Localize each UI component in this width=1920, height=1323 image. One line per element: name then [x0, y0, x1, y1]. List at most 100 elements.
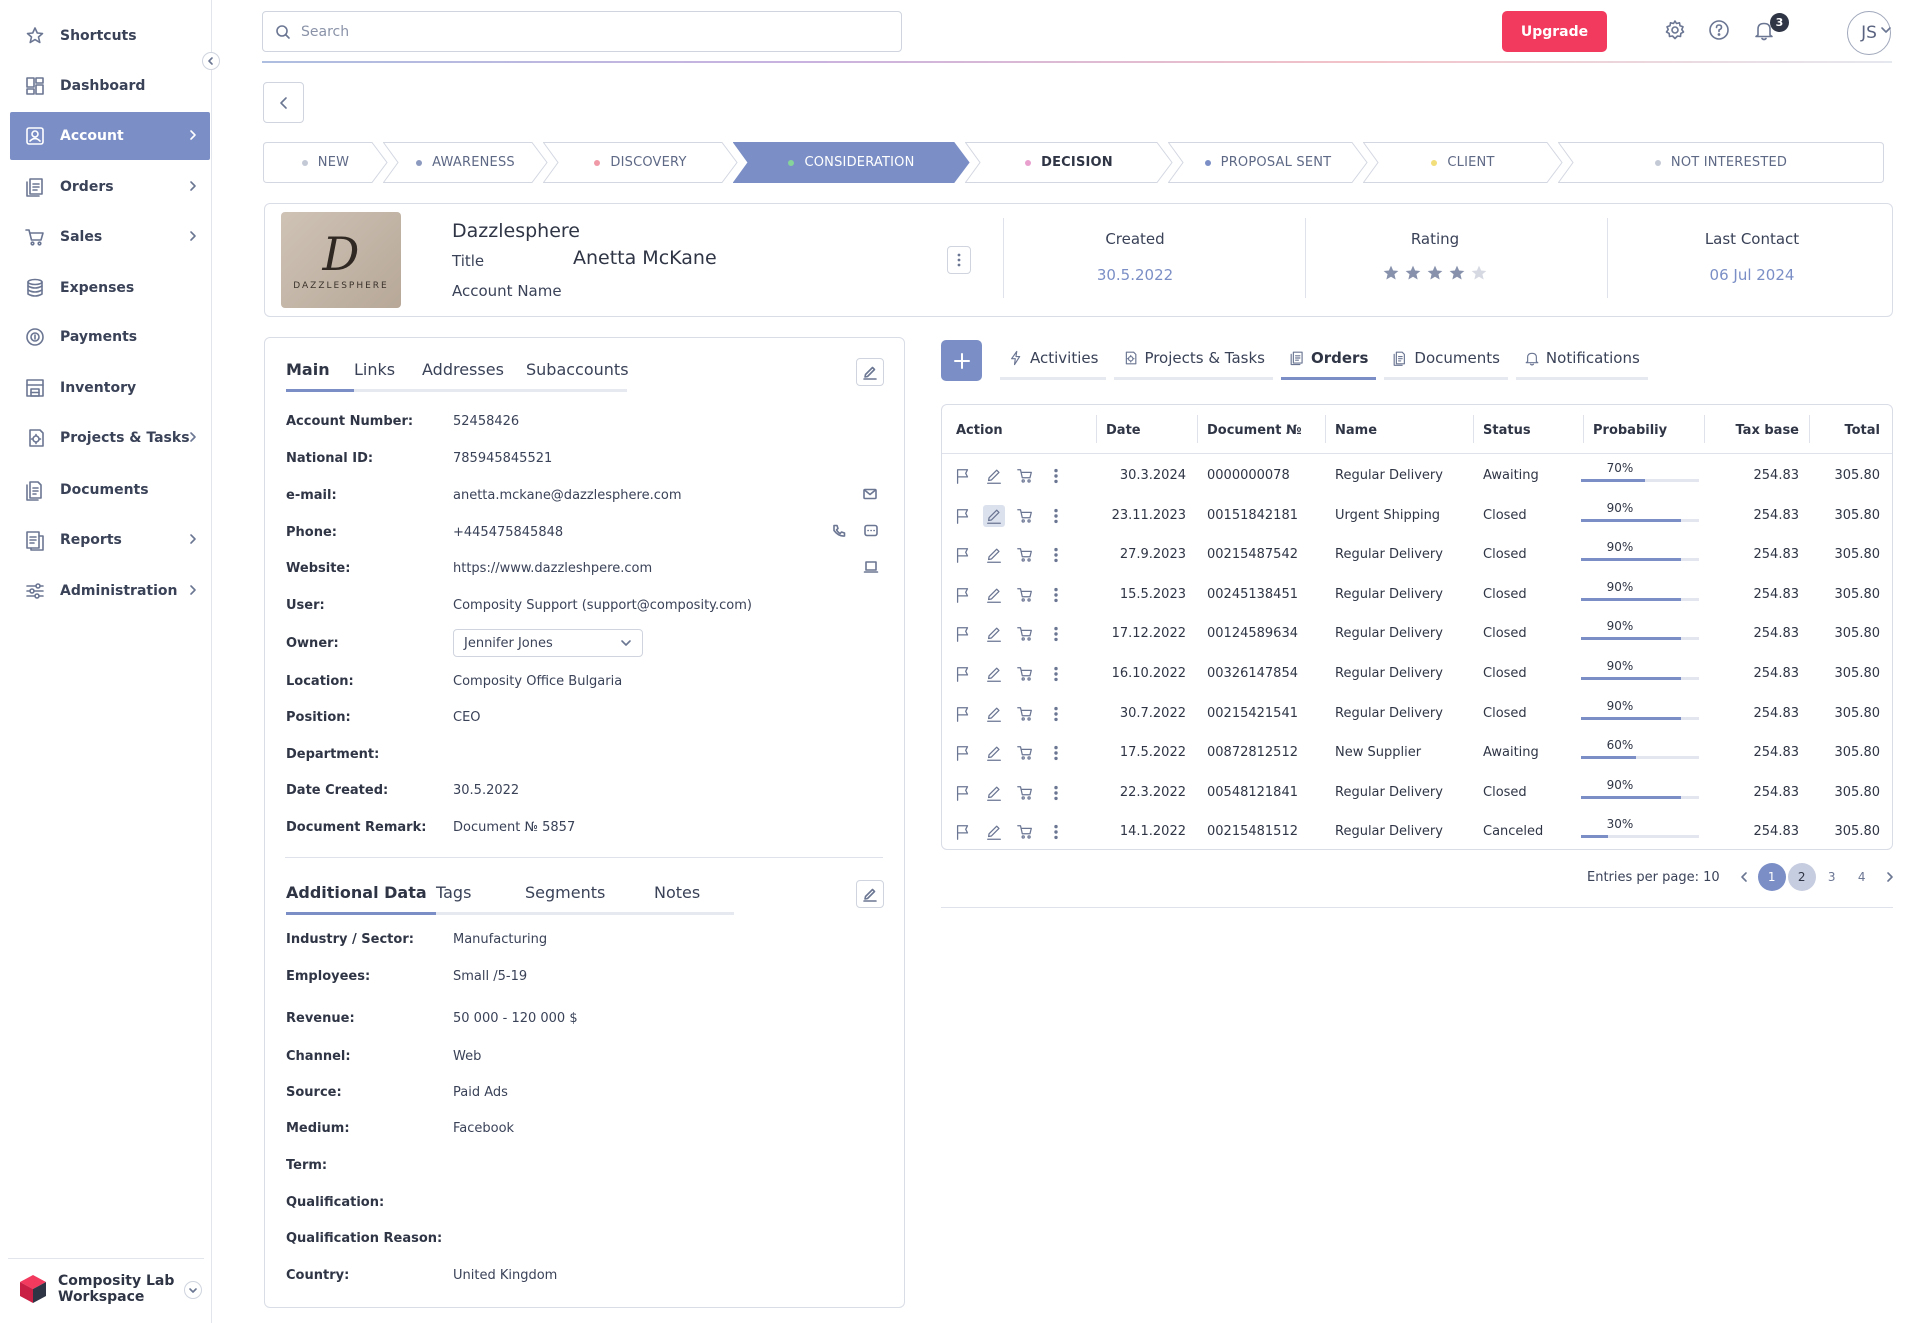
- star-filled-icon[interactable]: [1404, 264, 1422, 282]
- row-cart-button[interactable]: [1014, 623, 1036, 645]
- entries-per-page[interactable]: Entries per page: 10: [1587, 870, 1720, 885]
- pipeline-stage-not-interested[interactable]: NOT INTERESTED: [1558, 142, 1884, 183]
- tab-documents[interactable]: Documents: [1384, 349, 1508, 380]
- column-header-document[interactable]: Document №: [1207, 423, 1302, 438]
- settings-gear-icon[interactable]: [1664, 19, 1686, 41]
- row-flag-button[interactable]: [952, 465, 974, 487]
- column-header-name[interactable]: Name: [1335, 423, 1377, 438]
- tab-subaccounts[interactable]: Subaccounts: [526, 360, 629, 392]
- star-filled-icon[interactable]: [1382, 264, 1400, 282]
- table-row[interactable]: 14.1.2022 00215481512 Regular Delivery Canc…: [942, 813, 1892, 852]
- sidebar-item-account[interactable]: Account: [10, 112, 210, 160]
- sidebar-item-payments[interactable]: Payments: [10, 313, 210, 361]
- edit-additional-button[interactable]: [856, 880, 884, 908]
- tab-main[interactable]: Main: [286, 360, 354, 392]
- row-pencil-button[interactable]: [983, 504, 1005, 527]
- row-more-vertical-button[interactable]: [1045, 584, 1067, 606]
- page-1-button[interactable]: 1: [1757, 863, 1786, 891]
- pipeline-stage-awareness[interactable]: AWARENESS: [383, 142, 548, 183]
- row-cart-button[interactable]: [1014, 703, 1036, 725]
- row-flag-button[interactable]: [952, 663, 974, 685]
- star-empty-icon[interactable]: [1470, 264, 1488, 282]
- sidebar-item-inventory[interactable]: Inventory: [10, 364, 210, 412]
- column-header-action[interactable]: Action: [956, 423, 1003, 438]
- back-button[interactable]: [263, 82, 304, 123]
- row-cart-button[interactable]: [1014, 782, 1036, 804]
- table-row[interactable]: 22.3.2022 00548121841 Regular Delivery Clos…: [942, 774, 1892, 813]
- tab-additional-data[interactable]: Additional Data: [286, 883, 436, 915]
- row-cart-button[interactable]: [1014, 544, 1036, 566]
- column-header-total[interactable]: Total: [1844, 423, 1880, 438]
- tab-notes[interactable]: Notes: [654, 883, 734, 915]
- column-header-date[interactable]: Date: [1106, 423, 1141, 438]
- tab-activities[interactable]: Activities: [1000, 349, 1107, 380]
- row-more-vertical-button[interactable]: [1045, 703, 1067, 725]
- table-row[interactable]: 15.5.2023 00245138451 Regular Delivery Clos…: [942, 576, 1892, 615]
- phone-icon[interactable]: [831, 523, 847, 539]
- row-pencil-button[interactable]: [983, 663, 1005, 685]
- row-pencil-button[interactable]: [983, 623, 1005, 645]
- pipeline-stage-consideration[interactable]: CONSIDERATION: [733, 142, 970, 183]
- row-flag-button[interactable]: [952, 584, 974, 606]
- sidebar-item-administration[interactable]: Administration: [10, 567, 210, 615]
- prev-page-button[interactable]: [1730, 863, 1758, 891]
- row-more-vertical-button[interactable]: [1045, 544, 1067, 566]
- sidebar-item-orders[interactable]: Orders: [10, 163, 210, 211]
- row-more-vertical-button[interactable]: [1045, 465, 1067, 487]
- rating-stars[interactable]: [1335, 264, 1535, 282]
- tab-segments[interactable]: Segments: [525, 883, 654, 915]
- table-row[interactable]: 17.12.2022 00124589634 Regular Delivery Clo…: [942, 615, 1892, 654]
- sidebar-item-expenses[interactable]: Expenses: [10, 264, 210, 312]
- next-page-button[interactable]: [1876, 863, 1904, 891]
- help-icon[interactable]: [1708, 19, 1730, 41]
- page-3-button[interactable]: 3: [1818, 863, 1846, 891]
- table-row[interactable]: 17.5.2022 00872812512 New Supplier Awaiting…: [942, 734, 1892, 773]
- pipeline-stage-discovery[interactable]: DISCOVERY: [543, 142, 738, 183]
- row-more-vertical-button[interactable]: [1045, 821, 1067, 843]
- sidebar-item-documents[interactable]: Documents: [10, 466, 210, 514]
- table-row[interactable]: 30.3.2024 0000000078 Regular Delivery Await…: [942, 457, 1892, 496]
- row-flag-button[interactable]: [952, 703, 974, 725]
- table-row[interactable]: 27.9.2023 00215487542 Regular Delivery Clos…: [942, 536, 1892, 575]
- column-header-status[interactable]: Status: [1483, 423, 1531, 438]
- mail-icon[interactable]: [862, 486, 878, 502]
- sidebar-item-reports[interactable]: Reports: [10, 516, 210, 564]
- row-more-vertical-button[interactable]: [1045, 663, 1067, 685]
- row-cart-button[interactable]: [1014, 465, 1036, 487]
- tab-tags[interactable]: Tags: [436, 883, 525, 915]
- sidebar-item-shortcuts[interactable]: Shortcuts: [10, 12, 210, 60]
- row-pencil-button[interactable]: [983, 821, 1005, 843]
- column-header-probabiliy[interactable]: Probabiliy: [1593, 423, 1667, 438]
- row-more-vertical-button[interactable]: [1045, 782, 1067, 804]
- row-pencil-button[interactable]: [983, 544, 1005, 566]
- row-more-vertical-button[interactable]: [1045, 505, 1067, 527]
- account-more-button[interactable]: [947, 246, 971, 274]
- workspace-dropdown-button[interactable]: [184, 1281, 202, 1299]
- row-flag-button[interactable]: [952, 782, 974, 804]
- pipeline-stage-new[interactable]: NEW: [263, 142, 388, 183]
- row-cart-button[interactable]: [1014, 821, 1036, 843]
- upgrade-button[interactable]: Upgrade: [1502, 11, 1607, 52]
- row-cart-button[interactable]: [1014, 584, 1036, 606]
- row-flag-button[interactable]: [952, 623, 974, 645]
- table-row[interactable]: 23.11.2023 00151842181 Urgent Shipping Clos…: [942, 497, 1892, 536]
- star-filled-icon[interactable]: [1448, 264, 1466, 282]
- laptop-icon[interactable]: [863, 559, 879, 575]
- row-pencil-button[interactable]: [983, 584, 1005, 606]
- chevron-down-icon[interactable]: [1880, 24, 1892, 36]
- collapse-sidebar-button[interactable]: [202, 52, 220, 70]
- row-more-vertical-button[interactable]: [1045, 623, 1067, 645]
- chat-icon[interactable]: [863, 523, 879, 539]
- tab-addresses[interactable]: Addresses: [422, 360, 526, 392]
- tab-projects-tasks[interactable]: Projects & Tasks: [1114, 349, 1273, 380]
- sidebar-item-projects-tasks[interactable]: Projects & Tasks: [10, 414, 210, 462]
- row-pencil-button[interactable]: [983, 742, 1005, 764]
- pipeline-stage-decision[interactable]: DECISION: [965, 142, 1173, 183]
- row-cart-button[interactable]: [1014, 663, 1036, 685]
- column-header-tax-base[interactable]: Tax base: [1735, 423, 1799, 438]
- table-row[interactable]: 16.10.2022 00326147854 Regular Delivery Clo…: [942, 655, 1892, 694]
- row-flag-button[interactable]: [952, 544, 974, 566]
- tab-notifications[interactable]: Notifications: [1515, 349, 1648, 380]
- edit-main-button[interactable]: [856, 358, 884, 386]
- star-filled-icon[interactable]: [1426, 264, 1444, 282]
